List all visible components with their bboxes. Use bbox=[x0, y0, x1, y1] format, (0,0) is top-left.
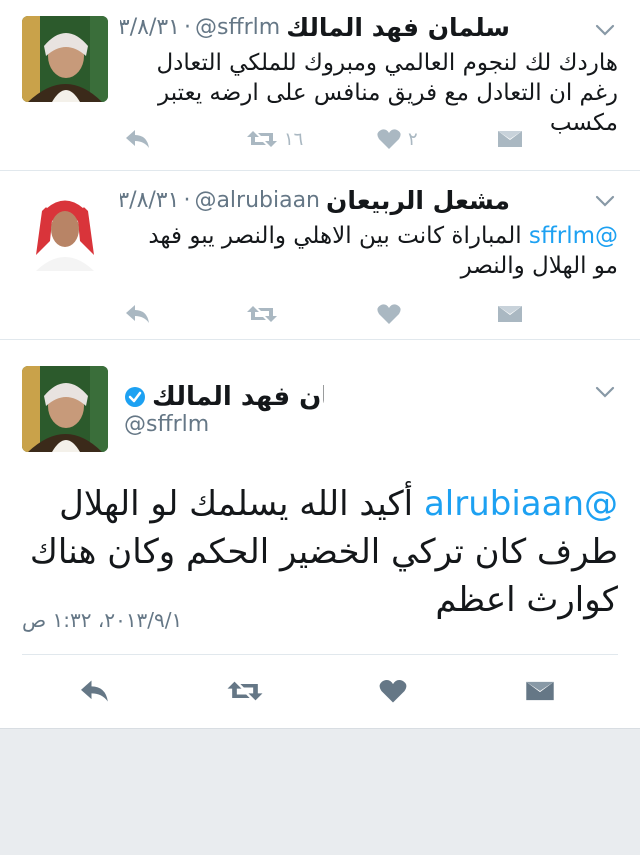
tweet-actions bbox=[0, 299, 640, 329]
tweet-header: سلمان فهد المالك @sffrlm · ٢٠١٣/٨/٣١ bbox=[120, 10, 510, 44]
author-name[interactable]: مشعل الربيعان bbox=[326, 186, 510, 215]
heart-icon bbox=[379, 679, 407, 703]
retweet-icon bbox=[247, 306, 277, 322]
avatar[interactable] bbox=[22, 16, 108, 102]
heart-icon bbox=[377, 304, 401, 324]
retweet-icon bbox=[227, 681, 263, 701]
separator-dot: · bbox=[183, 187, 191, 213]
reply-icon bbox=[126, 130, 149, 148]
like-button[interactable] bbox=[378, 676, 408, 706]
tweet-timestamp: ٢٠١٣/٩/١، ١:٣٢ ص bbox=[22, 608, 183, 632]
tweet-1[interactable]: سلمان فهد المالك @sffrlm · ٢٠١٣/٨/٣١ هار… bbox=[0, 0, 640, 171]
message-icon bbox=[498, 131, 522, 147]
like-button[interactable] bbox=[376, 299, 402, 329]
reply-button[interactable] bbox=[124, 299, 152, 329]
chevron-down-icon[interactable] bbox=[594, 384, 616, 400]
verified-icon bbox=[124, 386, 146, 408]
separator-dot: · bbox=[184, 14, 191, 40]
author-handle[interactable]: @sffrlm bbox=[195, 15, 280, 40]
tweet-actions bbox=[0, 676, 640, 706]
main-tweet: سلمان فهد المالك @sffrlm @alrubiaan أكيد… bbox=[0, 340, 640, 729]
retweet-button[interactable] bbox=[226, 676, 264, 706]
author-handle[interactable]: @sffrlm bbox=[124, 412, 209, 437]
retweet-button[interactable]: ١٦ bbox=[246, 124, 303, 154]
divider bbox=[22, 654, 618, 655]
avatar[interactable] bbox=[22, 366, 108, 452]
tweet-header: مشعل الربيعان @alrubiaan · ٢٠١٣/٨/٣١ bbox=[120, 183, 510, 217]
tweet-actions: ١٦ ٢ bbox=[0, 124, 640, 154]
tweet-date[interactable]: ٢٠١٣/٨/٣١ bbox=[120, 15, 180, 40]
reply-icon bbox=[81, 680, 108, 702]
tweet-text: @sffrlm المباراة كانت بين الاهلي والنصر … bbox=[120, 221, 618, 281]
like-count: ٢ bbox=[408, 128, 418, 150]
message-icon bbox=[526, 681, 554, 701]
retweet-count: ١٦ bbox=[284, 128, 304, 150]
retweet-icon bbox=[247, 131, 277, 147]
tweet-text: @alrubiaan أكيد الله يسلمك لو الهلال طرف… bbox=[22, 480, 618, 624]
tweet-2[interactable]: مشعل الربيعان @alrubiaan · ٢٠١٣/٨/٣١ @sf… bbox=[0, 171, 640, 340]
message-icon bbox=[498, 306, 522, 322]
reply-icon bbox=[126, 305, 149, 323]
mention-link[interactable]: @sffrlm bbox=[529, 223, 618, 249]
retweet-button[interactable] bbox=[246, 299, 278, 329]
like-button[interactable]: ٢ bbox=[376, 124, 418, 154]
author-handle[interactable]: @alrubiaan bbox=[194, 188, 320, 213]
message-button[interactable] bbox=[496, 299, 524, 329]
heart-icon bbox=[377, 129, 401, 149]
chevron-down-icon[interactable] bbox=[594, 193, 616, 209]
empty-background bbox=[0, 729, 640, 855]
mention-link[interactable]: @alrubiaan bbox=[424, 484, 618, 524]
reply-button[interactable] bbox=[124, 124, 152, 154]
tweet-date[interactable]: ٢٠١٣/٨/٣١ bbox=[120, 188, 179, 213]
message-button[interactable] bbox=[496, 124, 524, 154]
author-name[interactable]: سلمان فهد المالك bbox=[286, 13, 510, 42]
reply-button[interactable] bbox=[78, 676, 112, 706]
author-name[interactable]: سلمان فهد المالك bbox=[152, 382, 324, 412]
message-button[interactable] bbox=[524, 676, 556, 706]
avatar[interactable] bbox=[22, 185, 108, 271]
chevron-down-icon[interactable] bbox=[594, 22, 616, 38]
tweet-header: سلمان فهد المالك bbox=[124, 380, 324, 414]
